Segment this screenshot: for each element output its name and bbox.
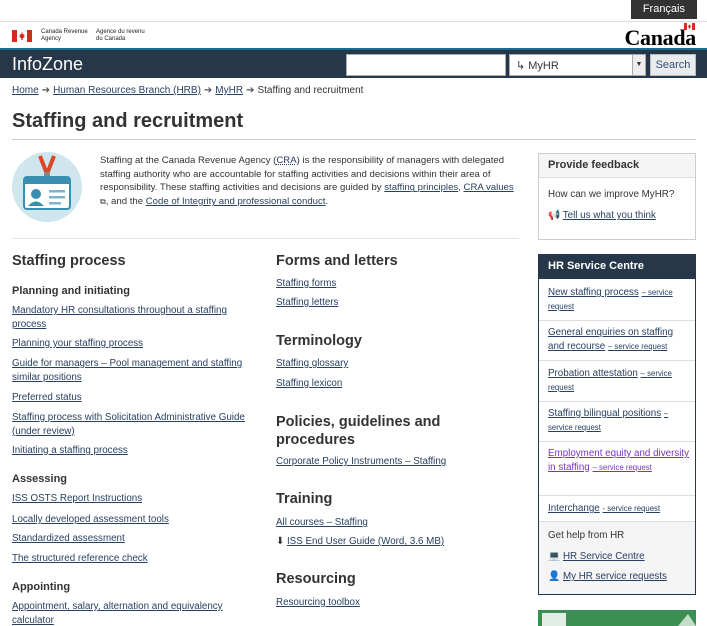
breadcrumb-myhr[interactable]: MyHR <box>215 85 243 96</box>
megaphone-icon: 📢 <box>548 210 561 221</box>
search-input[interactable] <box>346 54 506 76</box>
appointment-calculator-link[interactable]: Appointment, salary, alternation and equ… <box>12 600 237 626</box>
iss-osts-report-link[interactable]: ISS OSTS Report Instructions <box>12 492 242 506</box>
id-badge-icon <box>12 152 82 222</box>
iss-user-guide-link[interactable]: ISS End User Guide (Word, 3.6 MB) <box>287 536 444 547</box>
forms-heading: Forms and letters <box>276 253 398 269</box>
app-bar: InfoZone ↳ MyHR ▼ Search <box>0 48 707 78</box>
hr-item-new-staffing[interactable]: New staffing process – service request <box>548 286 690 313</box>
reference-check-link[interactable]: The structured reference check <box>12 552 242 566</box>
arrow-icon: ➔ <box>246 85 255 96</box>
arrow-icon: ➔ <box>41 85 51 96</box>
hr-item-bilingual[interactable]: Staffing bilingual positions – service r… <box>548 407 690 434</box>
iss-user-guide-row: ⬇ ISS End User Guide (Word, 3.6 MB) <box>276 535 444 549</box>
appointing-heading: Appointing <box>12 581 71 593</box>
staffing-lexicon-link[interactable]: Staffing lexicon <box>276 377 342 391</box>
planning-heading: Planning and initiating <box>12 285 130 297</box>
feedback-link-row: 📢 Tell us what you think <box>548 210 656 221</box>
corporate-policy-link[interactable]: Corporate Policy Instruments – Staffing <box>276 455 446 469</box>
feedback-panel: Provide feedback How can we improve MyHR… <box>538 153 696 240</box>
user-icon: 👤 <box>548 571 561 582</box>
laptop-icon: 💻 <box>548 551 561 562</box>
preferred-status-link[interactable]: Preferred status <box>12 391 242 405</box>
app-title[interactable]: InfoZone <box>12 54 83 75</box>
page-title: Staffing and recruitment <box>12 110 244 132</box>
hr-service-centre-heading: HR Service Centre <box>539 255 695 279</box>
hr-item-probation[interactable]: Probation attestation – service request <box>548 367 690 394</box>
hr-service-centre-link[interactable]: HR Service Centre <box>563 551 645 562</box>
breadcrumb: Home ➔ Human Resources Branch (HRB) ➔ MyHR ➔ S… <box>12 85 363 96</box>
assessing-heading: Assessing <box>12 473 68 485</box>
staffing-forms-link[interactable]: Staffing forms <box>276 277 336 291</box>
feedback-question: How can we improve MyHR? <box>548 189 675 200</box>
hr-item-interchange[interactable]: Interchange - service request <box>548 502 690 516</box>
hr-item-employment-equity[interactable]: Employment equity and diversity in staff… <box>548 447 690 474</box>
resourcing-heading: Resourcing <box>276 571 356 587</box>
cra-abbreviation: CRA <box>276 155 297 166</box>
breadcrumb-current: Staffing and recruitment <box>257 85 364 96</box>
tell-us-link[interactable]: Tell us what you think <box>563 210 656 221</box>
initiating-process-link[interactable]: Initiating a staffing process <box>12 444 242 458</box>
cra-values-link[interactable]: CRA values <box>464 182 514 193</box>
pool-management-guide-link[interactable]: Guide for managers – Pool management and… <box>12 357 247 384</box>
search-button[interactable]: Search <box>650 54 696 76</box>
agency-name-french: Agence du revenu du Canada <box>96 29 145 42</box>
intro-divider <box>12 238 519 239</box>
code-of-integrity-link[interactable]: Code of Integrity and professional condu… <box>146 196 326 207</box>
intro-paragraph: Staffing at the Canada Revenue Agency (C… <box>100 155 514 208</box>
service-requests-link-row: 👤 My HR service requests <box>548 571 667 582</box>
training-heading: Training <box>276 491 333 507</box>
get-help-section: Get help from HR 💻 HR Service Centre 👤 M… <box>539 521 695 594</box>
hr-service-centre-panel: HR Service Centre New staffing process –… <box>538 254 696 595</box>
planning-process-link[interactable]: Planning your staffing process <box>12 337 242 351</box>
staffing-glossary-link[interactable]: Staffing glossary <box>276 357 348 371</box>
get-help-text: Get help from HR <box>548 530 625 541</box>
all-courses-link[interactable]: All courses – Staffing <box>276 516 368 530</box>
solicitation-guide-link[interactable]: Staffing process with Solicitation Admin… <box>12 411 252 438</box>
hr-centre-link-row: 💻 HR Service Centre <box>548 551 645 562</box>
download-icon: ⬇ <box>276 536 285 547</box>
assessment-tools-link[interactable]: Locally developed assessment tools <box>12 513 242 527</box>
wordmark-flag-icon <box>684 23 695 30</box>
staffing-process-heading: Staffing process <box>12 253 126 269</box>
my-service-requests-link[interactable]: My HR service requests <box>563 571 667 582</box>
top-bar: Français <box>0 0 707 22</box>
hr-item-general-enquiries[interactable]: General enquiries on staffing and recour… <box>548 326 690 353</box>
staffing-letters-link[interactable]: Staffing letters <box>276 296 338 310</box>
mandatory-consultations-link[interactable]: Mandatory HR consultations throughout a … <box>12 304 242 331</box>
standardized-assessment-link[interactable]: Standardized assessment <box>12 532 242 546</box>
breadcrumb-hrb[interactable]: Human Resources Branch (HRB) <box>53 85 201 96</box>
promo-banner[interactable] <box>538 610 696 626</box>
language-toggle[interactable]: Français <box>630 0 697 19</box>
resourcing-toolbox-link[interactable]: Resourcing toolbox <box>276 596 360 610</box>
promo-graphic-icon <box>538 610 696 626</box>
terminology-heading: Terminology <box>276 333 362 349</box>
feedback-heading: Provide feedback <box>539 154 695 178</box>
canada-flag-icon <box>12 30 32 42</box>
search-scope-value: ↳ MyHR <box>516 60 559 72</box>
dropdown-arrow-icon[interactable]: ▼ <box>632 55 645 75</box>
staffing-principles-link[interactable]: staffing principles <box>384 182 458 193</box>
arrow-icon: ➔ <box>203 85 213 96</box>
brand-row: Canada Revenue Agency Agence du revenu d… <box>0 22 707 50</box>
title-divider <box>12 139 696 140</box>
agency-name-english: Canada Revenue Agency <box>41 29 88 42</box>
policies-heading: Policies, guidelines and procedures <box>276 414 441 448</box>
search-scope-select[interactable]: ↳ MyHR ▼ <box>509 54 646 76</box>
breadcrumb-home[interactable]: Home <box>12 85 39 96</box>
